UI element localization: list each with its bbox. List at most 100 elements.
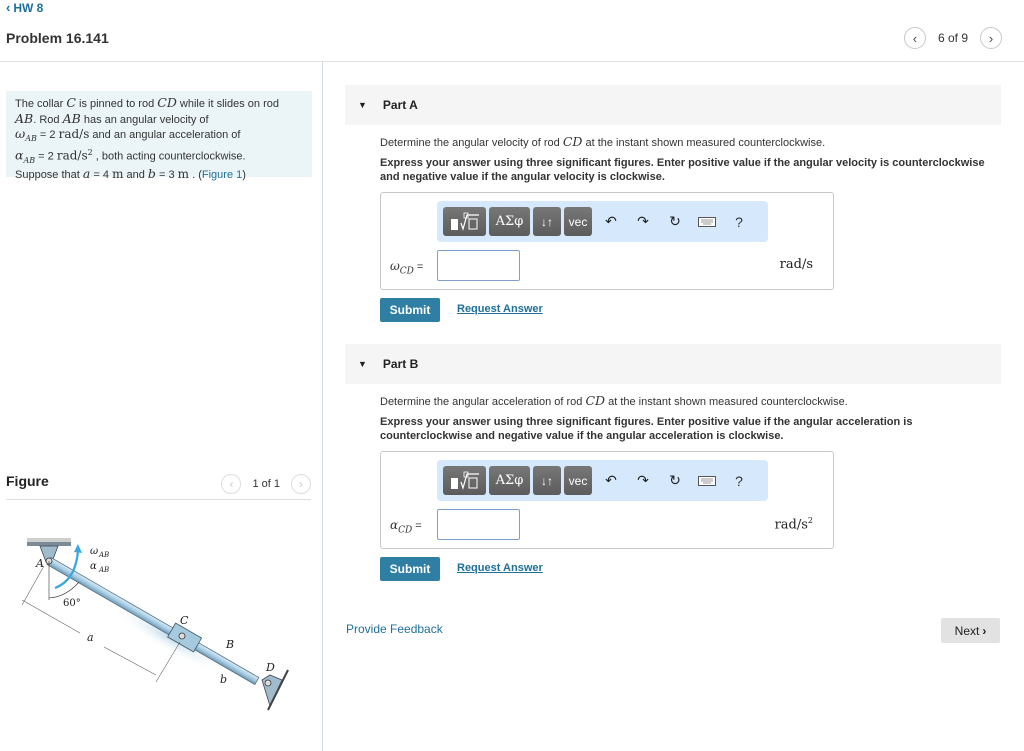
omega-cd-input[interactable] (437, 250, 520, 281)
question-text: Determine the angular acceleration of ro… (380, 396, 586, 408)
label-b-dimension: b (220, 673, 227, 686)
back-to-assignment-link[interactable]: ‹ HW 8 (6, 0, 43, 15)
redo-icon[interactable]: ↷ (627, 213, 659, 230)
equals-sign: = (416, 261, 424, 273)
math-toolbar: ΑΣφ ↓↑ vec ↶ ↷ ↻ ? (437, 460, 768, 501)
unit-text: rad/s (779, 257, 813, 272)
keyboard-icon[interactable] (691, 216, 723, 227)
subscript-superscript-button[interactable]: ↓↑ (533, 466, 561, 495)
part-b-label: Part B (382, 357, 419, 371)
help-button[interactable]: ? (723, 473, 755, 489)
var-symbol: ω (390, 259, 400, 273)
collapse-triangle-icon: ▼ (358, 359, 367, 369)
question-text: at the instant shown measured counterclo… (582, 137, 826, 149)
label-b-point: B (225, 638, 234, 651)
part-b-instructions: Express your answer using three signific… (380, 416, 913, 442)
part-b-answer-box: ΑΣφ ↓↑ vec ↶ ↷ ↻ ? αCD = rad/s2 (380, 451, 834, 549)
templates-button[interactable] (443, 207, 486, 236)
math-cd: CD (157, 95, 177, 110)
text: Suppose that (15, 169, 83, 182)
math-toolbar: ΑΣφ ↓↑ vec ↶ ↷ ↻ ? (437, 201, 768, 242)
math-ab: AB (62, 110, 81, 126)
figure-pager: ‹ 1 of 1 › (221, 474, 311, 494)
b-value: = 3 (155, 169, 178, 182)
var-symbol: α (390, 518, 399, 532)
omega-cd-label: ωCD = (390, 259, 423, 276)
label-a-point: A (35, 557, 44, 570)
math-b: b (147, 166, 156, 182)
angle-arc (48, 581, 80, 599)
undo-icon[interactable]: ↶ (595, 472, 627, 489)
text: is pinned to rod (75, 98, 158, 110)
omega-unit: rad/s (58, 127, 90, 142)
problem-pager-text: 6 of 9 (937, 31, 968, 45)
reset-icon[interactable]: ↻ (659, 213, 691, 230)
dimension-extension-a (21, 565, 45, 606)
next-button[interactable]: Next › (941, 618, 1000, 643)
math-sub: AB (23, 155, 36, 165)
label-a-dimension: a (87, 631, 94, 644)
reset-icon[interactable]: ↻ (659, 472, 691, 489)
greek-symbols-button[interactable]: ΑΣφ (489, 466, 530, 495)
templates-icon (450, 471, 479, 490)
part-b-request-answer-link[interactable]: Request Answer (457, 562, 543, 574)
keyboard-icon[interactable] (691, 475, 723, 486)
part-b-submit-button[interactable]: Submit (380, 557, 440, 581)
pin-d (264, 679, 272, 687)
figure-header: Figure ‹ 1 of 1 › (6, 472, 311, 500)
text: has an angular velocity of (80, 113, 209, 126)
chevron-left-icon: ‹ (229, 477, 234, 491)
label-angle: 60° (63, 598, 81, 609)
unit-sup: 2 (807, 516, 813, 525)
rod-mechanism-figure: A ω AB α AB 60° a C B b D (21, 538, 289, 711)
previous-figure-button[interactable]: ‹ (221, 474, 242, 494)
part-a-header[interactable]: ▼ Part A (345, 85, 1001, 125)
pin-c (178, 632, 186, 640)
templates-button[interactable] (443, 466, 486, 495)
support-a-ceiling (27, 538, 71, 542)
part-a-answer-box: ΑΣφ ↓↑ vec ↶ ↷ ↻ ? ωCD = rad/s (380, 192, 834, 290)
question-text: at the instant shown measured counterclo… (605, 396, 848, 408)
label-omega-sub: AB (98, 551, 109, 559)
greek-symbols-button[interactable]: ΑΣφ (489, 207, 530, 236)
back-link-label: HW 8 (13, 0, 44, 15)
label-alpha-sub: AB (98, 566, 109, 574)
problem-statement: The collar C is pinned to rod CD while i… (6, 91, 312, 181)
next-problem-button[interactable]: › (980, 27, 1002, 49)
vector-button[interactable]: vec (564, 466, 592, 495)
question-text: Determine the angular velocity of rod (380, 137, 563, 149)
alpha-cd-label: αCD = (390, 518, 422, 535)
var-sub: CD (398, 525, 413, 536)
alpha-cd-input[interactable] (437, 509, 520, 540)
part-a-request-answer-link[interactable]: Request Answer (457, 303, 543, 315)
part-a-label: Part A (382, 98, 418, 112)
part-b-header[interactable]: ▼ Part B (345, 344, 1001, 384)
text: . ( (189, 169, 202, 182)
b-unit: m (177, 167, 190, 182)
provide-feedback-link[interactable]: Provide Feedback (346, 622, 443, 636)
dimension-line-a-right (103, 646, 157, 676)
previous-problem-button[interactable]: ‹ (903, 27, 926, 49)
math-c: C (66, 95, 76, 110)
templates-icon (450, 212, 479, 231)
equals-sign: = (415, 520, 422, 532)
chevron-left-icon: ‹ (6, 0, 11, 15)
part-a-submit-button[interactable]: Submit (380, 298, 440, 322)
column-divider (322, 61, 323, 751)
label-omega: ω (90, 546, 98, 557)
part-a-instructions: Express your answer using three signific… (380, 157, 985, 183)
math-sub: AB (25, 134, 37, 144)
label-alpha: α (90, 561, 97, 572)
chevron-right-icon: › (988, 30, 994, 46)
next-figure-button[interactable]: › (291, 474, 311, 494)
help-button[interactable]: ? (723, 214, 755, 230)
part-a-question: Determine the angular velocity of rod CD… (380, 134, 825, 149)
vector-button[interactable]: vec (564, 207, 592, 236)
alpha-unit: rad/s (56, 148, 88, 163)
redo-icon[interactable]: ↷ (627, 472, 659, 489)
undo-icon[interactable]: ↶ (595, 213, 627, 230)
math-ab: AB (15, 110, 34, 126)
figure-link[interactable]: Figure 1 (202, 169, 242, 181)
subscript-superscript-button[interactable]: ↓↑ (533, 207, 561, 236)
chevron-left-icon: ‹ (912, 30, 918, 46)
